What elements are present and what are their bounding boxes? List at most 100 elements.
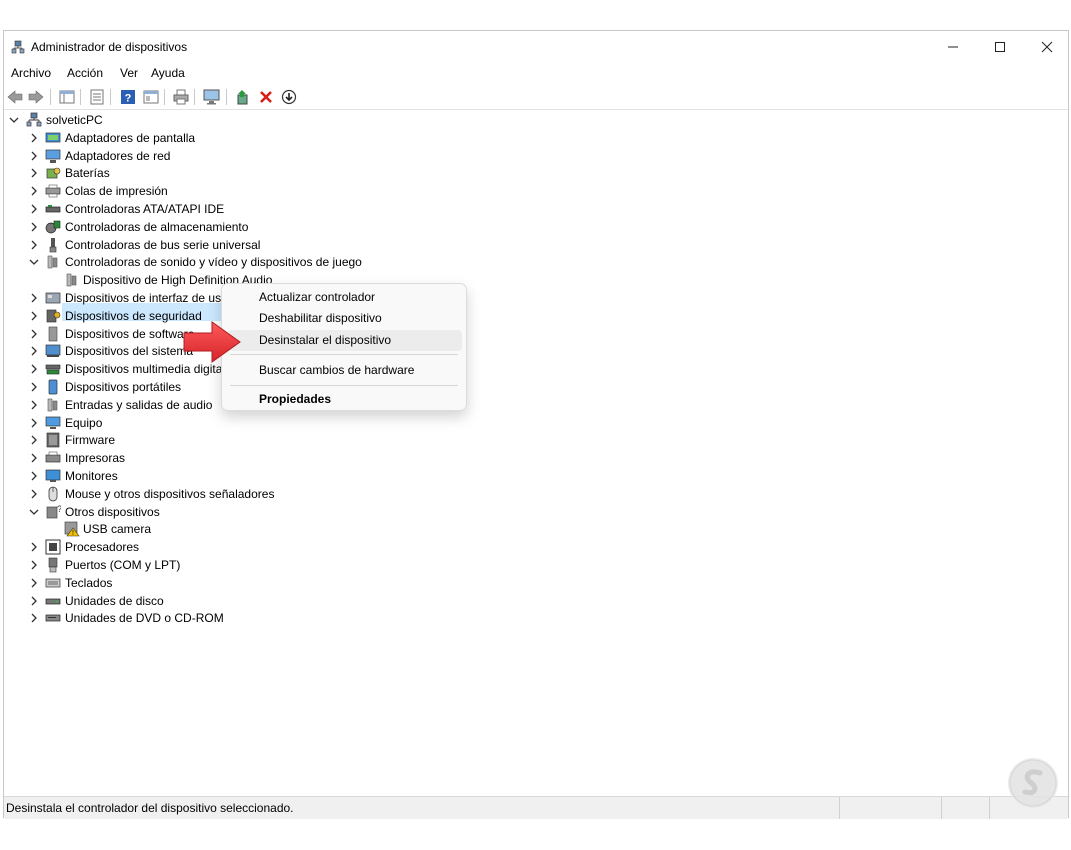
menu-separator [230,354,458,355]
scan-hardware-button[interactable] [203,88,221,106]
view-button[interactable] [142,88,160,106]
view-icon [143,90,159,104]
back-button[interactable] [6,88,24,106]
toolbar-separator [50,89,51,105]
tree-item-label[interactable]: Equipo [65,414,102,432]
menu-item-label: Buscar cambios de hardware [259,363,415,377]
tree-item-label[interactable]: Puertos (COM y LPT) [65,556,180,574]
expand-chevron-icon[interactable] [28,577,40,589]
tree-item-label[interactable]: Otros dispositivos [65,503,160,521]
expand-chevron-icon[interactable] [28,612,40,624]
uninstall-button[interactable] [257,88,275,106]
close-button[interactable] [1024,31,1070,63]
warning-device-icon: ! [64,521,80,537]
tree-item-label[interactable]: Controladoras de sonido y vídeo y dispos… [65,253,362,271]
device-tree[interactable]: solveticPC Adaptadores de pantalla Adapta… [4,111,1068,794]
tree-item-label[interactable]: Procesadores [65,538,139,556]
maximize-button[interactable] [977,31,1023,63]
tree-item-label[interactable]: Entradas y salidas de audio [65,396,212,414]
tree-item-label[interactable]: Adaptadores de pantalla [65,129,195,147]
toolbar-separator [226,89,227,105]
menu-item-disable-device[interactable]: Deshabilitar dispositivo [228,308,462,329]
tree-item-label[interactable]: Unidades de DVD o CD-ROM [65,609,224,627]
expand-chevron-icon[interactable] [28,470,40,482]
expand-chevron-icon[interactable] [28,363,40,375]
window-title: Administrador de dispositivos [31,40,188,54]
expand-chevron-icon[interactable] [28,434,40,446]
expand-chevron-icon[interactable] [28,541,40,553]
menu-item-uninstall-device[interactable]: Desinstalar el dispositivo [228,330,462,351]
expand-chevron-icon[interactable] [28,292,40,304]
tree-item-label[interactable]: Mouse y otros dispositivos señaladores [65,485,274,503]
menu-archivo[interactable]: Archivo [11,66,51,80]
print-button[interactable] [172,88,190,106]
minimize-button[interactable] [930,31,976,63]
expand-chevron-icon[interactable] [28,345,40,357]
menu-ayuda[interactable]: Ayuda [151,66,185,80]
display-adapter-icon [45,132,61,143]
expand-chevron-icon[interactable] [28,328,40,340]
expand-chevron-icon[interactable] [28,203,40,215]
expand-chevron-icon[interactable] [28,559,40,571]
back-arrow-icon [7,90,23,104]
tree-item-label[interactable]: Firmware [65,431,115,449]
collapse-chevron-icon[interactable] [28,256,40,268]
tree-item-label[interactable]: Dispositivos portátiles [65,378,181,396]
expand-chevron-icon[interactable] [8,114,20,126]
battery-icon [46,167,61,179]
tree-item-label[interactable]: Colas de impresión [65,182,168,200]
expand-chevron-icon[interactable] [28,310,40,322]
tree-item-label[interactable]: Controladoras de almacenamiento [65,218,248,236]
tree-item-label[interactable]: Baterías [65,164,110,182]
tree-item-label[interactable]: Dispositivos del sistema [65,342,193,360]
title-bar[interactable]: Administrador de dispositivos [4,31,1068,63]
svg-text:!: ! [72,530,74,537]
tree-item-label[interactable]: Teclados [65,574,112,592]
port-icon [48,557,58,573]
menu-item-update-driver[interactable]: Actualizar controlador [228,287,462,308]
disable-button[interactable] [280,88,298,106]
menu-item-properties[interactable]: Propiedades [228,391,462,409]
menu-accion[interactable]: Acción [67,66,103,80]
mouse-icon [48,486,58,502]
expand-chevron-icon[interactable] [28,452,40,464]
print-queue-icon [45,184,61,198]
expand-chevron-icon[interactable] [28,595,40,607]
keyboard-icon [45,578,61,588]
update-driver-icon [237,90,248,105]
menu-item-scan-hardware[interactable]: Buscar cambios de hardware [228,360,462,381]
expand-chevron-icon[interactable] [28,132,40,144]
help-icon: ? [121,90,135,105]
expand-chevron-icon[interactable] [28,239,40,251]
menu-ver[interactable]: Ver [120,66,138,80]
tree-item-label[interactable]: Monitores [65,467,118,485]
tree-item-label[interactable]: Unidades de disco [65,592,164,610]
expand-chevron-icon[interactable] [28,399,40,411]
tree-item-label[interactable]: Dispositivos de software [65,325,194,343]
dvd-drive-icon [45,614,61,622]
minimize-icon [948,46,958,48]
forward-button[interactable] [27,88,45,106]
svg-text:?: ? [125,93,132,105]
update-driver-button[interactable] [234,88,252,106]
tree-item-label[interactable]: USB camera [83,520,151,538]
help-button[interactable]: ? [119,88,137,106]
expand-chevron-icon[interactable] [28,167,40,179]
expand-chevron-icon[interactable] [28,185,40,197]
forward-arrow-icon [28,90,44,104]
tree-item-label[interactable]: Impresoras [65,449,125,467]
tree-item-label[interactable]: Controladoras de bus serie universal [65,236,260,254]
expand-chevron-icon[interactable] [28,221,40,233]
expand-chevron-icon[interactable] [28,150,40,162]
expand-chevron-icon[interactable] [28,488,40,500]
expand-chevron-icon[interactable] [28,417,40,429]
tree-item-label[interactable]: Controladoras ATA/ATAPI IDE [65,200,224,218]
collapse-chevron-icon[interactable] [28,506,40,518]
properties-toolbar-button[interactable] [88,88,106,106]
expand-chevron-icon[interactable] [28,381,40,393]
toolbar-separator [110,89,111,105]
console-tree-button[interactable] [58,88,76,106]
tree-item-label[interactable]: Adaptadores de red [65,147,170,165]
tree-root-label[interactable]: solveticPC [46,111,103,129]
s-logo-icon [1009,759,1057,807]
